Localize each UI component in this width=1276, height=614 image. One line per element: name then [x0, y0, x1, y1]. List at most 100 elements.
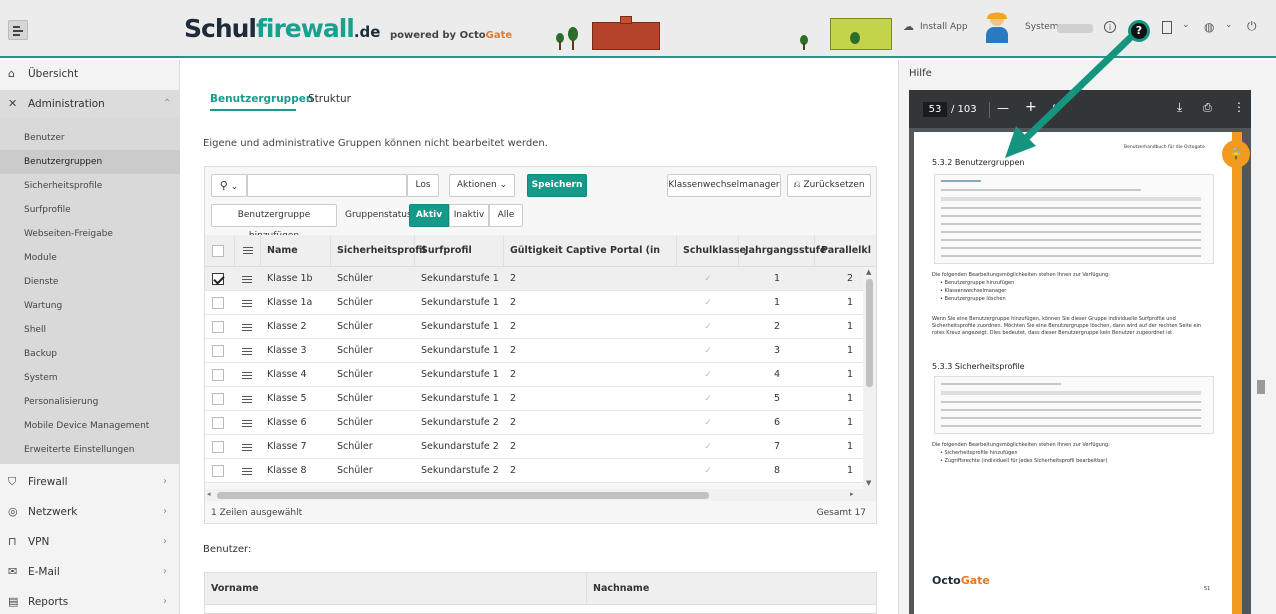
row-checkbox[interactable] [212, 297, 224, 309]
row-menu-icon[interactable] [242, 420, 252, 429]
header-menu[interactable] [235, 235, 261, 267]
cell-surf: Sekundarstufe 2 [421, 441, 499, 452]
header-name[interactable]: Name [261, 235, 331, 267]
row-checkbox[interactable] [212, 417, 224, 429]
sidebar-item-vpn[interactable]: ⊓ VPN › [0, 528, 180, 556]
class-change-manager-button[interactable]: Klassenwechselmanager [667, 174, 781, 197]
cell-security: Schüler [337, 321, 373, 332]
search-input[interactable] [247, 174, 407, 197]
install-app-link[interactable]: Install App [920, 22, 968, 32]
header-grade[interactable]: Jahrgangsstufe [739, 235, 826, 267]
row-checkbox[interactable] [212, 273, 224, 285]
sidebar-item-dienste[interactable]: Dienste [24, 277, 58, 287]
row-checkbox[interactable] [212, 465, 224, 477]
header-surf[interactable]: Surfprofil [415, 235, 504, 267]
install-icon[interactable]: ☁ [903, 20, 914, 33]
row-checkbox[interactable] [212, 369, 224, 381]
row-checkbox[interactable] [212, 321, 224, 333]
section-heading-2: 5.3.3 Sicherheitsprofile [932, 362, 1025, 371]
reset-button[interactable]: ⎌ Zurücksetzen [787, 174, 871, 197]
table-row[interactable]: Klasse 1b Schüler Sekundarstufe 1 2 ✓ 1 2 [205, 267, 863, 291]
pdf-page-input[interactable]: 53 [923, 102, 947, 117]
table-row[interactable]: Klasse 8 Schüler Sekundarstufe 2 2 ✓ 8 1 [205, 459, 863, 483]
sidebar-item-personalisierung[interactable]: Personalisierung [24, 397, 98, 407]
table-row[interactable]: Klasse 7 Schüler Sekundarstufe 2 2 ✓ 7 1 [205, 435, 863, 459]
header-parallel[interactable]: Parallelkl [815, 235, 871, 267]
row-menu-icon[interactable] [242, 348, 252, 357]
sidebar-item-backup[interactable]: Backup [24, 349, 57, 359]
sidebar-item-benutzergruppen[interactable]: Benutzergruppen [0, 150, 180, 174]
save-button[interactable]: Speichern [527, 174, 587, 197]
row-menu-icon[interactable] [242, 300, 252, 309]
list2-item-2: • Zugriffsrechte (individuell für jedes … [940, 458, 1108, 464]
sidebar-item-erweiterte-einstellungen[interactable]: Erweiterte Einstellungen [24, 445, 135, 455]
cell-grade: 3 [773, 345, 781, 356]
chevron-down-icon[interactable]: ⌄ [1225, 20, 1233, 30]
document-icon[interactable] [1162, 21, 1172, 34]
sidebar-item-surfprofile[interactable]: Surfprofile [24, 205, 71, 215]
row-menu-icon[interactable] [242, 372, 252, 381]
chevron-down-icon[interactable]: ⌄ [1182, 20, 1190, 30]
table-row[interactable]: Klasse 6 Schüler Sekundarstufe 2 2 ✓ 6 1 [205, 411, 863, 435]
active-tab-indicator [210, 109, 296, 111]
header-select[interactable] [205, 235, 235, 267]
header-validity[interactable]: Gültigkeit Captive Portal (in Stunden) [504, 235, 677, 288]
row-checkbox[interactable] [212, 441, 224, 453]
status-inactive-button[interactable]: Inaktiv [449, 204, 489, 227]
sidebar-item-shell[interactable]: Shell [24, 325, 46, 335]
download-icon[interactable]: ⤓ [1177, 100, 1182, 115]
row-menu-icon[interactable] [242, 444, 252, 453]
sidebar-item-mdm[interactable]: Mobile Device Management [24, 421, 149, 431]
sidebar-item-uebersicht[interactable]: ⌂ Übersicht [0, 60, 180, 88]
info-icon[interactable]: i [1104, 21, 1116, 33]
actions-dropdown[interactable]: Aktionen ⌄ [449, 174, 515, 197]
row-menu-icon[interactable] [242, 468, 252, 477]
sidebar-item-email[interactable]: ✉ E-Mail › [0, 558, 180, 586]
row-menu-icon[interactable] [242, 324, 252, 333]
table-row[interactable]: Klasse 2 Schüler Sekundarstufe 1 2 ✓ 2 1 [205, 315, 863, 339]
row-menu-icon[interactable] [242, 396, 252, 405]
help-icon[interactable]: ? [1128, 20, 1150, 42]
sidebar-item-netzwerk[interactable]: ◎ Netzwerk › [0, 498, 180, 526]
status-all-button[interactable]: Alle [489, 204, 523, 227]
print-icon[interactable]: ⎙ [1203, 101, 1212, 115]
sidebar-item-wartung[interactable]: Wartung [24, 301, 62, 311]
tab-benutzergruppen[interactable]: Benutzergruppen [210, 93, 313, 105]
header-security[interactable]: Sicherheitsprofil [331, 235, 426, 267]
table-row[interactable]: Klasse 1a Schüler Sekundarstufe 1 2 ✓ 1 1 [205, 291, 863, 315]
rotate-icon[interactable]: ↺ [1052, 100, 1062, 114]
sidebar-item-module[interactable]: Module [24, 253, 57, 263]
vertical-scrollbar[interactable]: ▲ ▼ [863, 267, 876, 493]
table-row[interactable]: Klasse 5 Schüler Sekundarstufe 1 2 ✓ 5 1 [205, 387, 863, 411]
search-options-button[interactable]: ⚲ ⌄ [211, 174, 247, 197]
sidebar-item-administration[interactable]: ✕ Administration ⌃ [0, 90, 180, 118]
status-active-button[interactable]: Aktiv [409, 204, 449, 227]
table-row[interactable]: Klasse 4 Schüler Sekundarstufe 1 2 ✓ 4 1 [205, 363, 863, 387]
zoom-in-icon[interactable]: + [1025, 99, 1037, 115]
sidebar-item-firewall[interactable]: ⛉ Firewall › [0, 468, 180, 496]
sidebar-item-reports[interactable]: ▤ Reports › [0, 588, 180, 614]
zoom-out-icon[interactable]: — [997, 101, 1009, 115]
pdf-scrollbar[interactable] [1257, 380, 1265, 394]
more-options-icon[interactable]: ⋮ [1233, 100, 1245, 114]
row-checkbox[interactable] [212, 393, 224, 405]
row-menu-icon[interactable] [242, 276, 252, 285]
globe-icon[interactable]: ◍ [1204, 20, 1214, 34]
support-avatar-icon[interactable] [984, 12, 1010, 46]
sidebar-item-system[interactable]: System [24, 373, 58, 383]
header-school-class[interactable]: Schulklasse [677, 235, 746, 267]
table-row[interactable]: Klasse 3 Schüler Sekundarstufe 1 2 ✓ 3 1 [205, 339, 863, 363]
add-group-button[interactable]: Benutzergruppe hinzufügen [211, 204, 337, 241]
power-icon[interactable]: ⏻ [1247, 19, 1257, 34]
sidebar-item-benutzer[interactable]: Benutzer [24, 133, 65, 143]
search-go-button[interactable]: Los [407, 174, 439, 197]
header-vorname[interactable]: Vorname [205, 573, 587, 605]
row-checkbox[interactable] [212, 345, 224, 357]
network-icon: ◎ [8, 505, 18, 518]
sidebar-item-webseiten-freigabe[interactable]: Webseiten-Freigabe [24, 229, 113, 239]
tab-struktur[interactable]: Struktur [308, 93, 351, 105]
header-nachname[interactable]: Nachname [587, 573, 876, 605]
horizontal-scrollbar[interactable]: ◂ ▸ [205, 489, 876, 501]
sidebar-item-sicherheitsprofile[interactable]: Sicherheitsprofile [24, 181, 102, 191]
menu-icon[interactable] [8, 20, 28, 40]
